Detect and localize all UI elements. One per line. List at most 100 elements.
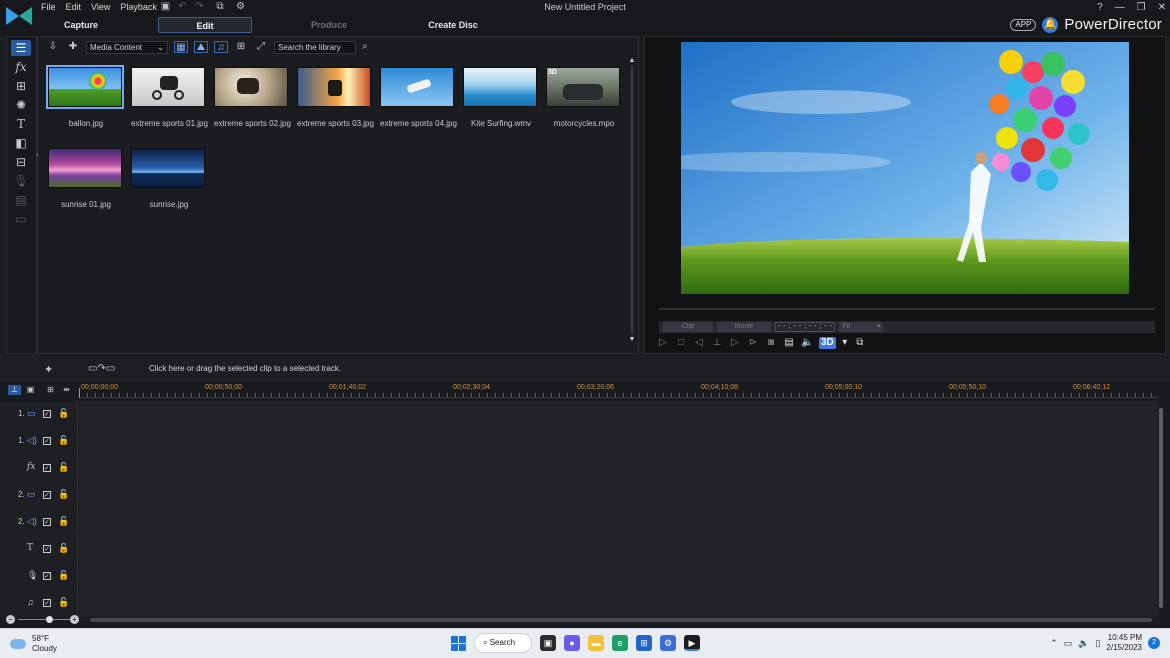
- taskbar-search[interactable]: ⌕ Search: [474, 633, 532, 653]
- media-item[interactable]: sunrise 01.jpg: [48, 148, 124, 209]
- scroll-down-icon[interactable]: ▼: [628, 336, 636, 343]
- windows-start-icon[interactable]: [451, 635, 466, 651]
- time-ruler[interactable]: 00;00;00;00 00;00;50;00 00;01;40;02 00;0…: [79, 384, 1158, 398]
- enlarge-icon[interactable]: ⤢: [254, 41, 268, 53]
- clip-mode-button[interactable]: Clip: [663, 322, 713, 332]
- lock-icon[interactable]: 🔓: [58, 570, 69, 581]
- plugins-icon[interactable]: ✚: [66, 41, 80, 53]
- powerdirector-taskbar-icon[interactable]: ▶: [684, 635, 700, 651]
- grid-view-icon[interactable]: ⊞: [234, 41, 248, 53]
- fit-to-track-icon[interactable]: ▭↷▭: [88, 363, 115, 374]
- library-scrollbar[interactable]: ▲ ▼: [628, 57, 636, 353]
- storyboard-view-icon[interactable]: ▣: [24, 385, 37, 395]
- track-lane[interactable]: [79, 401, 1158, 428]
- notification-bell-icon[interactable]: 🔔: [1042, 16, 1059, 33]
- media-item[interactable]: ballon.jpg: [46, 65, 124, 128]
- timeline-horizontal-scrollbar[interactable]: [90, 618, 1152, 622]
- media-room-icon[interactable]: ☰: [11, 40, 31, 56]
- media-item[interactable]: extreme sports 01.jpg: [131, 67, 208, 128]
- undock-preview-icon[interactable]: ⧉: [854, 337, 866, 349]
- speaker-icon[interactable]: 🔈: [1078, 638, 1089, 649]
- play-icon[interactable]: ▷: [657, 337, 669, 349]
- maximize-button[interactable]: ❐: [1137, 2, 1146, 13]
- expand-library-icon[interactable]: ›: [36, 150, 39, 159]
- zoom-in-icon[interactable]: +: [70, 615, 79, 624]
- import-media-icon[interactable]: ⇩: [46, 41, 60, 53]
- filter-audio-icon[interactable]: ♫: [214, 41, 228, 53]
- app-badge[interactable]: APP: [1010, 18, 1037, 31]
- teams-chat-icon[interactable]: ●: [564, 635, 580, 651]
- media-item[interactable]: extreme sports 03.jpg: [297, 67, 374, 128]
- lock-icon[interactable]: 🔓: [58, 597, 69, 608]
- transition-room-icon[interactable]: ◧: [11, 135, 31, 151]
- task-view-icon[interactable]: ▣: [540, 635, 556, 651]
- track-enable-checkbox[interactable]: ✓: [43, 599, 51, 607]
- lock-icon[interactable]: 🔓: [58, 462, 69, 473]
- search-icon[interactable]: ⌕: [362, 41, 374, 53]
- notification-count-badge[interactable]: 2: [1148, 637, 1160, 649]
- library-search-input[interactable]: Search the library: [274, 40, 356, 54]
- track-enable-checkbox[interactable]: ✓: [43, 545, 51, 553]
- split-icon[interactable]: ⊥: [711, 337, 723, 349]
- filter-video-icon[interactable]: ▦: [174, 41, 188, 53]
- magic-tools-icon[interactable]: ✦: [44, 363, 53, 376]
- settings-app-icon[interactable]: ⚙: [660, 635, 676, 651]
- track-enable-checkbox[interactable]: ✓: [43, 491, 51, 499]
- audio-mixing-room-icon[interactable]: ⊟: [11, 154, 31, 170]
- stop-icon[interactable]: □: [675, 337, 687, 349]
- chevron-down-icon[interactable]: ▾: [842, 337, 848, 349]
- clock[interactable]: 10:45 PM 2/15/2023: [1106, 633, 1142, 653]
- previous-frame-icon[interactable]: ◁: [693, 337, 705, 349]
- file-explorer-icon[interactable]: ▬: [588, 635, 604, 651]
- battery-icon[interactable]: ▯: [1095, 638, 1100, 649]
- zoom-fit-dropdown[interactable]: Fit ▾: [839, 322, 884, 332]
- track-enable-checkbox[interactable]: ✓: [43, 464, 51, 472]
- track-lane[interactable]: [79, 428, 1158, 455]
- media-item[interactable]: extreme sports 02.jpg: [214, 67, 291, 128]
- media-item[interactable]: extreme sports 04.jpg: [380, 67, 457, 128]
- zoom-slider[interactable]: [18, 619, 70, 620]
- subtitle-room-icon[interactable]: ▭: [11, 211, 31, 227]
- snapshot-icon[interactable]: ◙: [765, 337, 777, 349]
- media-item[interactable]: 3D motorcycles.mpo: [546, 67, 622, 128]
- lock-icon[interactable]: 🔓: [58, 435, 69, 446]
- track-lane[interactable]: [79, 509, 1158, 536]
- title-room-icon[interactable]: T: [11, 116, 31, 132]
- media-content-dropdown[interactable]: Media Content ⌄: [86, 40, 168, 54]
- volume-icon[interactable]: 🔈: [801, 337, 813, 349]
- track-enable-checkbox[interactable]: ✓: [43, 518, 51, 526]
- track-lane[interactable]: [79, 536, 1158, 563]
- network-icon[interactable]: ▭: [1064, 638, 1073, 649]
- tab-edit[interactable]: Edit: [158, 17, 252, 33]
- next-frame-icon[interactable]: ▷: [729, 337, 741, 349]
- edge-browser-icon[interactable]: e: [612, 635, 628, 651]
- weather-widget[interactable]: 58°F Cloudy: [10, 634, 57, 654]
- add-track-icon[interactable]: ⊞: [44, 385, 57, 395]
- scroll-track[interactable]: [631, 66, 633, 334]
- filter-image-icon[interactable]: ⛰: [194, 41, 208, 53]
- lock-icon[interactable]: 🔓: [58, 408, 69, 419]
- track-lane[interactable]: [79, 590, 1158, 617]
- lock-icon[interactable]: 🔓: [58, 489, 69, 500]
- track-lane[interactable]: [79, 482, 1158, 509]
- fast-forward-icon[interactable]: ⊳: [747, 337, 759, 349]
- help-button[interactable]: ?: [1097, 2, 1103, 13]
- movie-mode-button[interactable]: Movie: [717, 322, 771, 332]
- zoom-slider-knob[interactable]: [46, 616, 53, 623]
- lock-icon[interactable]: 🔓: [58, 543, 69, 554]
- fit-timeline-icon[interactable]: ⇹: [60, 385, 73, 395]
- close-button[interactable]: ✕: [1158, 2, 1166, 13]
- chapter-room-icon[interactable]: ▤: [11, 192, 31, 208]
- tab-produce[interactable]: Produce: [282, 17, 376, 33]
- chevron-up-icon[interactable]: ⌃: [1050, 638, 1058, 649]
- timeline-view-icon[interactable]: ⊥: [8, 385, 21, 395]
- microsoft-store-icon[interactable]: ⊞: [636, 635, 652, 651]
- track-enable-checkbox[interactable]: ✓: [43, 437, 51, 445]
- voice-over-room-icon[interactable]: 🎙: [11, 173, 31, 189]
- track-lane[interactable]: [79, 455, 1158, 482]
- track-lane[interactable]: [79, 563, 1158, 590]
- timeline-vertical-scrollbar[interactable]: [1158, 402, 1164, 616]
- effect-room-icon[interactable]: fx: [11, 59, 31, 75]
- track-enable-checkbox[interactable]: ✓: [43, 410, 51, 418]
- drop-hint[interactable]: Click here or drag the selected clip to …: [149, 364, 341, 373]
